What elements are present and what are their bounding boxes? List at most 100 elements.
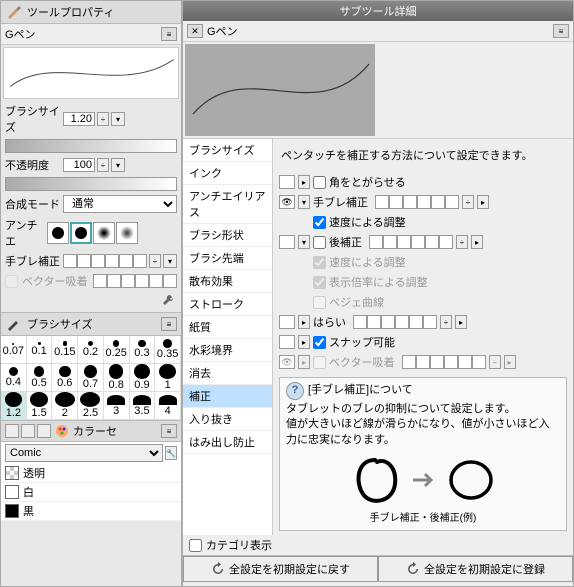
category-item[interactable]: ブラシ先端 [183, 247, 272, 270]
post-checkbox[interactable] [313, 236, 326, 249]
category-item[interactable]: 水彩境界 [183, 339, 272, 362]
subtool-menu-button[interactable]: ≡ [553, 24, 569, 38]
eye-toggle[interactable] [279, 315, 295, 329]
brush-size-cell[interactable]: 0.4 [1, 364, 27, 392]
category-show-row: カテゴリ表示 [183, 535, 278, 555]
category-item[interactable]: ブラシ形状 [183, 224, 272, 247]
category-item[interactable]: 消去 [183, 362, 272, 385]
aa-option-2[interactable] [70, 222, 92, 244]
aa-option-1[interactable] [47, 222, 69, 244]
color-set-select[interactable]: Comic [5, 444, 163, 462]
close-button[interactable]: ✕ [187, 24, 203, 38]
eye-toggle[interactable] [279, 335, 295, 349]
brush-size-cell[interactable]: 0.7 [78, 364, 104, 392]
stabilize-more[interactable]: ▸ [477, 195, 489, 209]
color-row[interactable]: 透明 [1, 464, 181, 483]
category-item[interactable]: 補正 [183, 385, 272, 408]
blend-mode-select[interactable]: 通常 [63, 195, 177, 213]
color-row[interactable]: 白 [1, 483, 181, 502]
aa-option-4[interactable] [116, 222, 138, 244]
post-stepper[interactable]: ÷ [456, 235, 468, 249]
stabilize-value[interactable] [375, 195, 459, 209]
brush-size-dynamics[interactable]: ▾ [111, 112, 125, 126]
opacity-value[interactable]: 100 [63, 158, 95, 172]
brush-size-cell[interactable]: 0.2 [78, 336, 104, 364]
brush-size-cell[interactable]: 0.8 [104, 364, 130, 392]
opacity-dynamics[interactable]: ▾ [111, 158, 125, 172]
brush-size-cell[interactable]: 0.07 [1, 336, 27, 364]
opacity-slider[interactable] [5, 177, 177, 191]
wrench-icon[interactable] [161, 293, 175, 307]
category-item[interactable]: 入り抜き [183, 408, 272, 431]
reset-all-button[interactable]: 全設定を初期設定に戻す [183, 556, 378, 582]
brush-size-cell[interactable]: 0.9 [130, 364, 156, 392]
brush-size-value[interactable]: 1.20 [63, 112, 95, 126]
post-more[interactable]: ▸ [471, 235, 483, 249]
brush-size-cell[interactable]: 3.5 [130, 392, 156, 420]
subtool-gpen-row: ✕ Gペン ≡ [183, 21, 573, 42]
post-value[interactable] [369, 235, 453, 249]
cs-tool-1[interactable] [5, 424, 19, 438]
eye-toggle[interactable] [279, 235, 295, 249]
category-item[interactable]: ストローク [183, 293, 272, 316]
gpen-menu-button[interactable]: ≡ [161, 27, 177, 41]
sweep-stepper[interactable]: ÷ [440, 315, 452, 329]
brush-size-cell[interactable]: 4 [155, 392, 181, 420]
sweep-value[interactable] [353, 315, 437, 329]
expand-toggle[interactable]: ▸ [298, 335, 310, 349]
category-item[interactable]: 散布効果 [183, 270, 272, 293]
brush-size-cell[interactable]: 0.15 [52, 336, 78, 364]
brush-size-cell[interactable]: 3 [104, 392, 130, 420]
expand-toggle[interactable]: ▸ [298, 175, 310, 189]
expand-toggle[interactable]: ▸ [298, 315, 310, 329]
snap-checkbox[interactable] [313, 336, 326, 349]
gpen-row: Gペン ≡ [1, 24, 181, 45]
brush-size-cell[interactable]: 1.5 [27, 392, 53, 420]
brush-size-cell[interactable]: 0.5 [27, 364, 53, 392]
cs-tool-2[interactable] [21, 424, 35, 438]
brush-size-stepper[interactable]: ÷ [97, 112, 109, 126]
stabilize-dynamics[interactable]: ▾ [163, 254, 177, 268]
eye-toggle[interactable]: 👁 [279, 355, 295, 369]
register-all-button[interactable]: 全設定を初期設定に登録 [378, 556, 573, 582]
eye-toggle[interactable]: 👁 [279, 195, 295, 209]
brush-size-cell[interactable]: 1.2 [1, 392, 27, 420]
aa-option-3[interactable] [93, 222, 115, 244]
speed-adjust-checkbox[interactable] [313, 216, 326, 229]
stabilize-stepper[interactable]: ÷ [462, 195, 474, 209]
cs-tool-3[interactable] [37, 424, 51, 438]
opacity-label: 不透明度 [5, 157, 61, 173]
stabilize-stepper[interactable]: ÷ [149, 254, 161, 268]
category-item[interactable]: アンチエイリアス [183, 185, 272, 224]
brush-size-cell[interactable]: 0.35 [155, 336, 181, 364]
category-item[interactable]: 紙質 [183, 316, 272, 339]
brush-size-cell[interactable]: 0.6 [52, 364, 78, 392]
info-box: ? [手ブレ補正]について タブレットのブレの抑制について設定します。 値が大き… [279, 377, 567, 531]
brush-size-cell[interactable]: 0.25 [104, 336, 130, 364]
tool-property-panel: ツールプロパティ Gペン ≡ ブラシサイズ 1.20 ÷ ▾ 不透明度 100 … [0, 0, 182, 587]
sweep-more[interactable]: ▸ [455, 315, 467, 329]
brush-size-cell[interactable]: 0.3 [130, 336, 156, 364]
expand-toggle[interactable]: ▾ [298, 195, 310, 209]
expand-toggle[interactable]: ▸ [298, 355, 310, 369]
brush-size-cell[interactable]: 0.1 [27, 336, 53, 364]
brush-size-menu-button[interactable]: ≡ [161, 317, 177, 331]
color-row[interactable]: 黒 [1, 502, 181, 521]
brush-size-cell[interactable]: 1 [155, 364, 181, 392]
expand-toggle[interactable]: ▾ [298, 235, 310, 249]
stabilize-boxes[interactable] [63, 254, 147, 268]
brush-size-cell[interactable]: 2.5 [78, 392, 104, 420]
sharp-corner-checkbox[interactable] [313, 176, 326, 189]
category-item[interactable]: ブラシサイズ [183, 139, 272, 162]
category-item[interactable]: インク [183, 162, 272, 185]
category-item[interactable]: はみ出し防止 [183, 431, 272, 454]
color-set-tool[interactable]: 🔧 [165, 446, 177, 460]
eye-toggle[interactable] [279, 175, 295, 189]
brush-size-slider[interactable] [5, 139, 177, 153]
color-swatch [5, 485, 19, 499]
opacity-stepper[interactable]: ÷ [97, 158, 109, 172]
color-set-menu-button[interactable]: ≡ [161, 424, 177, 438]
brush-size-cell[interactable]: 2 [52, 392, 78, 420]
zoom-adjust-checkbox [313, 276, 326, 289]
category-show-checkbox[interactable] [189, 539, 202, 552]
